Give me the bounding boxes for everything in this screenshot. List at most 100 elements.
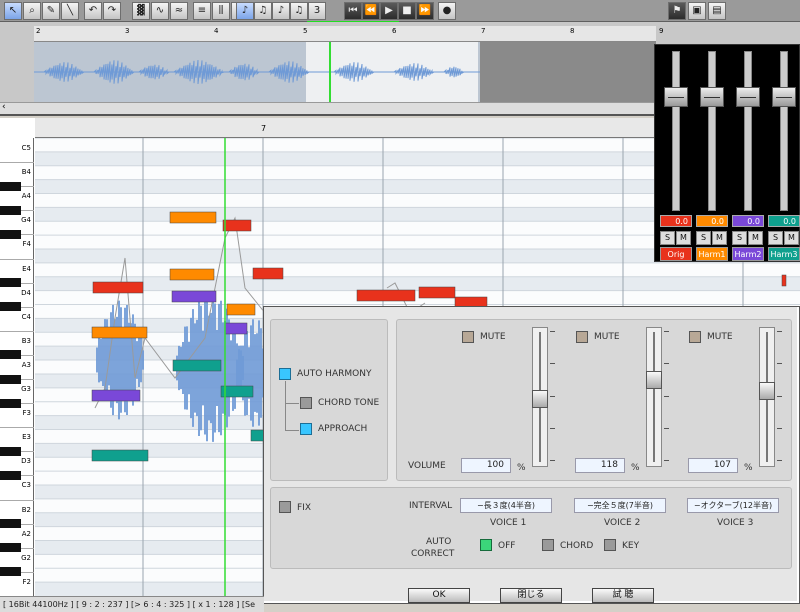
triplet-tool-button[interactable]: 3	[308, 2, 326, 20]
solo-button[interactable]: S	[696, 231, 711, 245]
rewind-tool-button[interactable]: ⏪	[362, 2, 380, 20]
piano-black-key[interactable]	[0, 446, 21, 456]
piano-black-key[interactable]	[0, 302, 21, 312]
piano-black-key[interactable]	[0, 350, 21, 360]
voice-volume-value[interactable]: 107	[688, 458, 738, 473]
pointer-icon: ↖	[8, 5, 18, 16]
voice-interval-field[interactable]: −オクターブ(12半音)	[687, 498, 779, 513]
piano-black-key[interactable]	[0, 205, 21, 215]
voice-mute-checkbox[interactable]	[689, 331, 701, 343]
mute-button[interactable]: M	[748, 231, 763, 245]
voice-volume-slider[interactable]	[532, 327, 548, 467]
piano-black-key[interactable]	[0, 278, 21, 288]
note-8th-tool-button[interactable]: ♪	[236, 2, 254, 20]
mute-button[interactable]: M	[712, 231, 727, 245]
voice-volume-slider[interactable]	[646, 327, 662, 467]
pitch-view-tool-button[interactable]: ∿	[151, 2, 169, 20]
paste-tool-button[interactable]: ▤	[708, 2, 726, 20]
go-start-tool-button[interactable]: ⏮	[344, 2, 362, 20]
overview-ruler: 2 3 4 5 6 7 8 9	[34, 26, 663, 42]
play-tool-button[interactable]: ▶	[380, 2, 398, 20]
voice-volume-value[interactable]: 118	[575, 458, 625, 473]
fader-track[interactable]	[744, 51, 752, 211]
fader-track[interactable]	[672, 51, 680, 211]
fader-knob[interactable]	[664, 87, 688, 108]
overview-ruler-marker: 7	[481, 27, 486, 35]
mute-button[interactable]: M	[676, 231, 691, 245]
redo-tool-button[interactable]: ↷	[103, 2, 121, 20]
piano-black-key[interactable]	[0, 374, 21, 384]
overview-scrollbar[interactable]: ‹	[0, 102, 656, 114]
record-tool-button[interactable]: ●	[438, 2, 456, 20]
wave-view-tool-button[interactable]: ≈	[170, 2, 188, 20]
audition-button[interactable]: 試 聴	[592, 588, 654, 603]
split-tool-button[interactable]: ⫼	[212, 2, 230, 20]
piano-black-key[interactable]	[0, 181, 21, 191]
piano-black-key[interactable]	[0, 567, 21, 577]
fix-checkbox[interactable]	[279, 501, 291, 513]
slider-knob[interactable]	[646, 371, 662, 390]
note-16th-tool-button[interactable]: ♫	[254, 2, 272, 20]
voice-volume-value[interactable]: 100	[461, 458, 511, 473]
piano-black-key[interactable]	[0, 470, 21, 480]
overview-wave-segment	[173, 59, 225, 85]
note-view-icon: ▓	[137, 5, 145, 16]
voice-volume-slider[interactable]	[759, 327, 775, 467]
magnifier-tool-button[interactable]: ⌕	[23, 2, 41, 20]
note-view-tool-button[interactable]: ▓	[132, 2, 150, 20]
fader-track[interactable]	[708, 51, 716, 211]
solo-button[interactable]: S	[768, 231, 783, 245]
piano-key-label: A4	[21, 192, 31, 201]
voice-mute-checkbox[interactable]	[462, 331, 474, 343]
fader-knob[interactable]	[772, 87, 796, 108]
piano-black-key[interactable]	[0, 519, 21, 529]
note-32nd-tool-button[interactable]: ♪	[272, 2, 290, 20]
piano-white-key-divider	[0, 330, 34, 332]
piano-keyboard[interactable]: C5 B4 A4 G4 F4 E4 D4 C4 B3 A3 G3 F3 E3 D3 C3 B2 A2 G2 F2	[0, 138, 34, 597]
voice-interval-field[interactable]: −長３度(4半音)	[460, 498, 552, 513]
solo-button[interactable]: S	[732, 231, 747, 245]
note-64th-tool-button[interactable]: ♫	[290, 2, 308, 20]
note-orig	[356, 289, 416, 302]
pointer-tool-button[interactable]: ↖	[4, 2, 22, 20]
approach-checkbox[interactable]	[300, 423, 312, 435]
scroll-left-icon[interactable]: ‹	[2, 102, 6, 112]
stop-tool-button[interactable]: ■	[398, 2, 416, 20]
pen-tool-button[interactable]: ✎	[42, 2, 60, 20]
copy-tool-button[interactable]: ▣	[688, 2, 706, 20]
voice-interval-field[interactable]: −完全５度(7半音)	[574, 498, 666, 513]
fast-forward-icon: ⏩	[418, 5, 432, 16]
slider-tick	[777, 396, 782, 397]
flag-tool-button[interactable]: ⚑	[668, 2, 686, 20]
auto-correct-key-radio[interactable]	[604, 539, 616, 551]
overview-ruler-marker: 5	[303, 27, 308, 35]
piano-black-key[interactable]	[0, 229, 21, 239]
chord-tone-checkbox[interactable]	[300, 397, 312, 409]
auto-harmony-checkbox[interactable]	[279, 368, 291, 380]
close-button[interactable]: 閉じる	[500, 588, 562, 603]
ok-button[interactable]: OK	[408, 588, 470, 603]
piano-black-key[interactable]	[0, 398, 21, 408]
auto-correct-off-radio[interactable]	[480, 539, 492, 551]
mute-button[interactable]: M	[784, 231, 799, 245]
auto-correct-chord-radio[interactable]	[542, 539, 554, 551]
fader-knob[interactable]	[736, 87, 760, 108]
note-8th-icon: ♪	[241, 5, 249, 16]
eraser-tool-button[interactable]: ╲	[61, 2, 79, 20]
slider-knob[interactable]	[532, 390, 548, 409]
slider-knob[interactable]	[759, 382, 775, 401]
auto-correct-off-label: OFF	[498, 541, 516, 551]
slider-tick	[664, 363, 669, 364]
note-harm1	[226, 303, 256, 316]
overview-waveform[interactable]	[34, 42, 656, 102]
harmony-dialog: AUTO HARMONY CHORD TONE APPROACH VOLUME …	[263, 306, 800, 604]
piano-black-key[interactable]	[0, 543, 21, 553]
harmony-tree-line	[285, 381, 286, 431]
solo-button[interactable]: S	[660, 231, 675, 245]
list-view-tool-button[interactable]: ≡	[193, 2, 211, 20]
voice-mute-checkbox[interactable]	[576, 331, 588, 343]
fader-knob[interactable]	[700, 87, 724, 108]
fast-forward-tool-button[interactable]: ⏩	[416, 2, 434, 20]
fader-track[interactable]	[780, 51, 788, 211]
undo-tool-button[interactable]: ↶	[84, 2, 102, 20]
